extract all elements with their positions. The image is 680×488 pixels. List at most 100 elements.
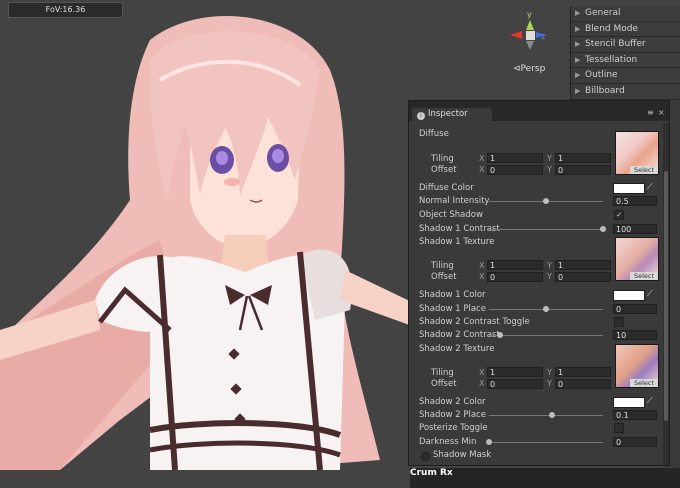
shadow1-contrast-slider[interactable] bbox=[489, 226, 606, 232]
shadow1-place-field[interactable]: 0 bbox=[613, 304, 657, 314]
darkness-min-label: Darkness Min bbox=[419, 437, 477, 447]
section-label: Stencil Buffer bbox=[585, 39, 646, 50]
shadow1-tiling-x-field[interactable]: 1 bbox=[487, 260, 543, 270]
offset-label: Offset bbox=[431, 165, 457, 175]
axis-y-label: Y bbox=[547, 261, 552, 270]
shadow2-tiling-y-field[interactable]: 1 bbox=[555, 367, 611, 377]
posterize-toggle-label: Posterize Toggle bbox=[419, 423, 488, 433]
gizmo-z-label: z bbox=[541, 32, 545, 41]
info-icon: i bbox=[417, 112, 425, 120]
normal-intensity-slider[interactable] bbox=[489, 198, 603, 204]
texture-select-button[interactable]: Select bbox=[630, 272, 658, 280]
eyedropper-icon[interactable]: ⟋ bbox=[647, 289, 653, 299]
projection-toggle[interactable]: ⊲Persp bbox=[513, 64, 545, 74]
shadow2-texture-slot[interactable]: Select bbox=[615, 344, 659, 388]
expand-arrow-icon: ▶ bbox=[575, 71, 581, 80]
slider-knob[interactable] bbox=[548, 412, 555, 418]
diffuse-tiling-y-field[interactable]: 1 bbox=[555, 153, 611, 163]
section-general[interactable]: ▶ General bbox=[571, 6, 680, 22]
section-tessellation[interactable]: ▶ Tessellation bbox=[571, 53, 680, 69]
section-blend-mode[interactable]: ▶ Blend Mode bbox=[571, 22, 680, 38]
shadow1-color-field[interactable] bbox=[613, 290, 645, 301]
shadow-mask-radio[interactable] bbox=[421, 452, 430, 461]
texture-select-button[interactable]: Select bbox=[630, 379, 658, 387]
scrollbar-thumb[interactable] bbox=[664, 171, 668, 421]
slider-knob[interactable] bbox=[543, 198, 549, 204]
shadow2-color-label: Shadow 2 Color bbox=[419, 397, 486, 407]
shadow1-color-label: Shadow 1 Color bbox=[419, 290, 486, 300]
axis-x-label: X bbox=[479, 165, 485, 174]
axis-x-label: X bbox=[479, 272, 485, 281]
section-billboard[interactable]: ▶ Billboard bbox=[571, 84, 680, 100]
object-shadow-label: Object Shadow bbox=[419, 210, 483, 220]
shadow2-place-slider[interactable] bbox=[489, 412, 603, 418]
shadow2-texture-label: Shadow 2 Texture bbox=[419, 344, 495, 354]
shadow1-contrast-label: Shadow 1 Contrast bbox=[419, 224, 500, 234]
inspector-tab-label: Inspector bbox=[428, 109, 468, 119]
darkness-min-slider[interactable] bbox=[486, 439, 603, 445]
shadow2-offset-y-field[interactable]: 0 bbox=[555, 379, 611, 389]
posterize-toggle-checkbox[interactable] bbox=[614, 423, 624, 433]
axis-y-label: Y bbox=[547, 154, 552, 163]
diffuse-texture-slot[interactable]: Select bbox=[615, 131, 659, 175]
diffuse-color-label: Diffuse Color bbox=[419, 183, 474, 193]
shadow1-texture-slot[interactable]: Select bbox=[615, 237, 659, 281]
section-stencil-buffer[interactable]: ▶ Stencil Buffer bbox=[571, 37, 680, 53]
inspector-tab[interactable]: i Inspector bbox=[412, 108, 492, 121]
axis-y-label: Y bbox=[547, 379, 552, 388]
shadow-mask-label: Shadow Mask bbox=[433, 450, 492, 460]
section-outline[interactable]: ▶ Outline bbox=[571, 68, 680, 84]
darkness-min-field[interactable]: 0 bbox=[613, 437, 657, 447]
shadow2-contrast-toggle-label: Shadow 2 Contrast Toggle bbox=[419, 317, 530, 327]
shadow1-texture-label: Shadow 1 Texture bbox=[419, 237, 495, 247]
shadow2-contrast-label: Shadow 2 Contrast bbox=[419, 330, 500, 340]
expand-arrow-icon: ▶ bbox=[575, 40, 581, 49]
shadow1-offset-y-field[interactable]: 0 bbox=[555, 272, 611, 282]
material-sections-panel: ▶ General ▶ Blend Mode ▶ Stencil Buffer ▶ Te… bbox=[570, 6, 680, 102]
shadow1-contrast-field[interactable]: 100 bbox=[613, 224, 657, 234]
axis-x-label: X bbox=[479, 261, 485, 270]
shadow2-tiling-x-field[interactable]: 1 bbox=[487, 367, 543, 377]
section-label: Billboard bbox=[585, 85, 625, 96]
shadow2-contrast-field[interactable]: 10 bbox=[613, 330, 657, 340]
shadow1-tiling-y-field[interactable]: 1 bbox=[555, 260, 611, 270]
section-label: Tessellation bbox=[585, 54, 638, 65]
inspector-scrollbar[interactable] bbox=[663, 123, 669, 465]
fov-readout: FoV:16.36 bbox=[8, 2, 123, 18]
shadow1-place-slider[interactable] bbox=[489, 306, 603, 312]
shadow2-place-field[interactable]: 0.1 bbox=[613, 410, 657, 420]
axis-x-label: X bbox=[479, 368, 485, 377]
object-shadow-checkbox[interactable]: ✓ bbox=[614, 210, 624, 220]
eyedropper-icon[interactable]: ⟋ bbox=[647, 396, 653, 406]
slider-knob[interactable] bbox=[486, 439, 492, 445]
axis-x-label: X bbox=[479, 379, 485, 388]
shadow2-color-field[interactable] bbox=[613, 397, 645, 408]
diffuse-offset-x-field[interactable]: 0 bbox=[487, 165, 543, 175]
normal-intensity-field[interactable]: 0.5 bbox=[613, 196, 657, 206]
diffuse-offset-y-field[interactable]: 0 bbox=[555, 165, 611, 175]
eyedropper-icon[interactable]: ⟋ bbox=[647, 182, 653, 192]
tiling-label: Tiling bbox=[431, 154, 454, 164]
section-label: General bbox=[585, 8, 621, 18]
shadow1-offset-x-field[interactable]: 0 bbox=[487, 272, 543, 282]
shadow2-contrast-toggle-checkbox[interactable] bbox=[614, 317, 624, 327]
close-icon[interactable]: × bbox=[658, 108, 665, 117]
offset-label: Offset bbox=[431, 379, 457, 389]
expand-arrow-icon: ▶ bbox=[575, 24, 581, 33]
slider-knob[interactable] bbox=[543, 306, 549, 312]
inspector-window: i Inspector ≡ × Diffuse Tiling X 1 Y 1 Of… bbox=[408, 100, 670, 466]
diffuse-color-field[interactable] bbox=[613, 183, 645, 194]
expand-arrow-icon: ▶ bbox=[575, 86, 581, 95]
menu-icon[interactable]: ≡ bbox=[647, 108, 654, 117]
shadow2-contrast-slider[interactable] bbox=[489, 332, 603, 338]
shadow2-offset-x-field[interactable]: 0 bbox=[487, 379, 543, 389]
section-label: Outline bbox=[585, 70, 618, 81]
slider-knob[interactable] bbox=[497, 332, 504, 338]
tiling-label: Tiling bbox=[431, 368, 454, 378]
shadow2-place-label: Shadow 2 Place bbox=[419, 410, 486, 420]
diffuse-tiling-x-field[interactable]: 1 bbox=[487, 153, 543, 163]
slider-knob[interactable] bbox=[600, 226, 606, 232]
expand-arrow-icon: ▶ bbox=[575, 55, 581, 64]
texture-select-button[interactable]: Select bbox=[630, 166, 658, 174]
normal-intensity-label: Normal Intensity bbox=[419, 196, 490, 206]
